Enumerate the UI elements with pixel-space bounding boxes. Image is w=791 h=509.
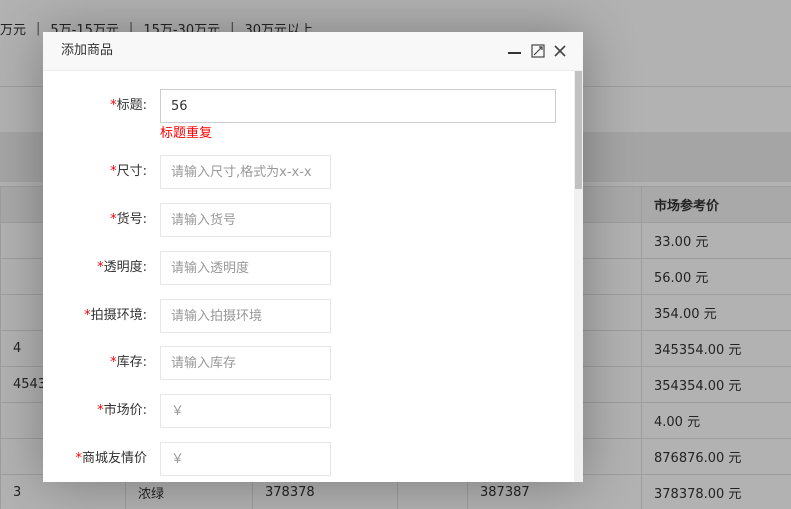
dialog-scrollbar[interactable] bbox=[574, 71, 583, 482]
form-row-stock: *库存: bbox=[43, 346, 563, 380]
mall-price-label: 商城友情价 bbox=[81, 451, 147, 466]
form-row-shooting-env: *拍摄环境: bbox=[43, 299, 563, 333]
title-error-message: 标题重复 bbox=[160, 126, 213, 141]
dialog-body: *标题: 标题重复 *尺寸: *货号: *透明度: *拍摄环境: bbox=[43, 71, 583, 482]
item-no-input[interactable] bbox=[160, 203, 331, 237]
shooting-env-label: 拍摄环境: bbox=[90, 308, 147, 323]
field-label: *商城友情价 bbox=[43, 442, 147, 476]
title-input[interactable] bbox=[160, 89, 556, 123]
field-label: *库存: bbox=[43, 346, 147, 380]
form-row-market-price: *市场价: bbox=[43, 394, 563, 428]
form-row-item-no: *货号: bbox=[43, 203, 563, 237]
form-row-size: *尺寸: bbox=[43, 155, 563, 189]
transparency-label: 透明度: bbox=[103, 260, 147, 275]
stock-input[interactable] bbox=[160, 346, 331, 380]
form-row-transparency: *透明度: bbox=[43, 251, 563, 285]
field-label: *透明度: bbox=[43, 251, 147, 285]
maximize-icon[interactable] bbox=[530, 43, 546, 59]
stock-label: 库存: bbox=[116, 355, 147, 370]
mall-price-input[interactable] bbox=[160, 442, 331, 476]
scrollbar-thumb[interactable] bbox=[575, 71, 582, 189]
market-price-input[interactable] bbox=[160, 394, 331, 428]
market-price-label: 市场价: bbox=[103, 403, 147, 418]
field-label: *拍摄环境: bbox=[43, 299, 147, 333]
field-label: *货号: bbox=[43, 203, 147, 237]
page: 万元 | 5万-15万元 | 15万-30万元 | 30万元以上 市场参考价 3… bbox=[0, 0, 791, 509]
title-label: 标题: bbox=[116, 98, 147, 113]
field-label: *尺寸: bbox=[43, 155, 147, 189]
shooting-env-input[interactable] bbox=[160, 299, 331, 333]
close-icon[interactable] bbox=[552, 43, 568, 59]
field-label: *市场价: bbox=[43, 394, 147, 428]
minimize-icon[interactable] bbox=[507, 43, 523, 59]
field-label: *标题: bbox=[43, 89, 147, 123]
form-row-mall-price: *商城友情价 bbox=[43, 442, 563, 476]
dialog-header[interactable]: 添加商品 bbox=[43, 32, 583, 71]
add-product-dialog: 添加商品 *标题: 标题重复 bbox=[43, 32, 583, 482]
size-label: 尺寸: bbox=[116, 164, 147, 179]
size-input[interactable] bbox=[160, 155, 331, 189]
transparency-input[interactable] bbox=[160, 251, 331, 285]
item-no-label: 货号: bbox=[116, 212, 147, 227]
form-row-title: *标题: bbox=[43, 89, 563, 123]
dialog-title: 添加商品 bbox=[61, 43, 114, 58]
